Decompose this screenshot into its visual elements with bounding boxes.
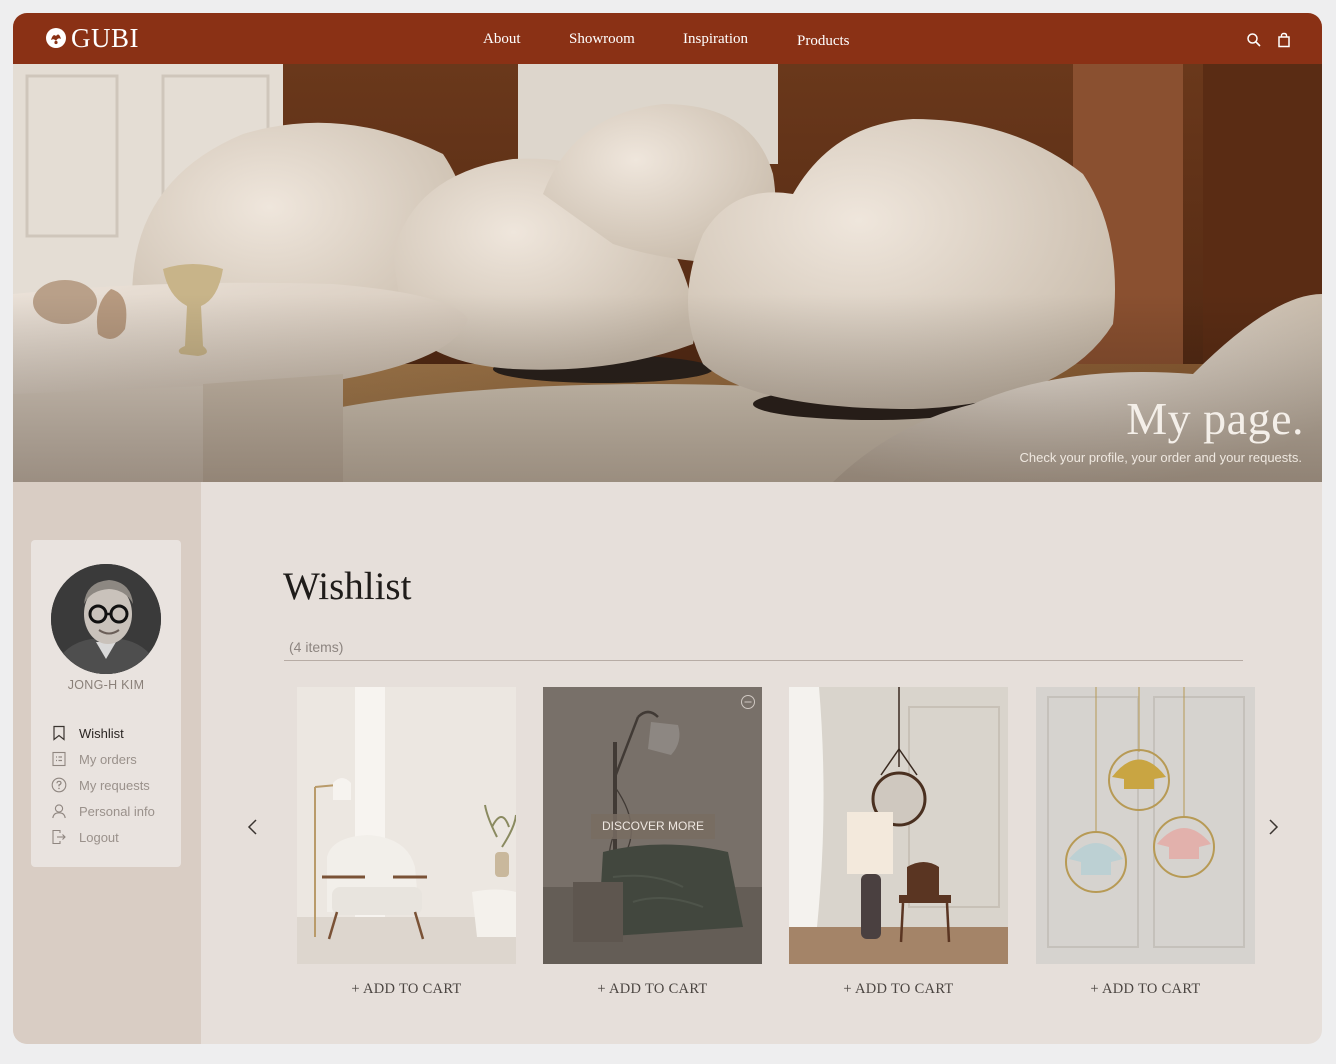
user-icon [52,804,66,819]
shopping-bag-icon[interactable] [1276,32,1292,48]
menu-item-personal-info[interactable]: Personal info [51,798,155,824]
wishlist-title: Wishlist [283,565,412,608]
menu-item-wishlist[interactable]: Wishlist [51,720,155,746]
bookmark-icon [53,725,65,741]
add-to-cart-button[interactable]: + ADD TO CART [1036,981,1255,998]
hero-subtitle: Check your profile, your order and your … [1019,450,1302,465]
search-icon[interactable] [1246,32,1262,48]
main-nav: About Showroom Inspiration Products [13,13,1322,64]
add-to-cart-button[interactable]: + ADD TO CART [789,981,1008,998]
menu-label: My orders [79,751,137,767]
menu-label: My requests [79,777,150,793]
add-to-cart-button[interactable]: + ADD TO CART [297,981,516,998]
wishlist-item-card[interactable]: + ADD TO CART [789,687,1008,998]
product-image-armchair[interactable] [297,687,516,964]
user-portrait-image [51,564,161,674]
product-image-floor-lamp-chair[interactable] [789,687,1008,964]
wishlist-item-card[interactable]: + ADD TO CART [1036,687,1255,998]
menu-item-logout[interactable]: Logout [51,824,155,850]
logout-icon [52,829,66,845]
hero-title: My page. [1126,393,1304,444]
wishlist-section: Wishlist (4 items) + ADD TO CART DISCOVE… [201,482,1322,1044]
chevron-right-icon[interactable] [1265,817,1281,837]
top-navigation-bar: GUBI About Showroom Inspiration Products [13,13,1322,64]
menu-item-my-requests[interactable]: My requests [51,772,155,798]
orders-list-icon [52,751,66,767]
app-window: GUBI About Showroom Inspiration Products [13,13,1322,1044]
discover-more-button[interactable]: DISCOVER MORE [591,814,715,839]
menu-label: Wishlist [79,725,124,741]
wishlist-item-card[interactable]: DISCOVER MORE + ADD TO CART [543,687,762,998]
chevron-left-icon[interactable] [245,817,261,837]
menu-item-my-orders[interactable]: My orders [51,746,155,772]
divider [284,660,1243,661]
avatar [51,564,161,674]
remove-circle-icon[interactable] [740,694,756,710]
profile-card: JONG-H KIM Wishlist My orders My request… [31,540,181,867]
hero-banner: My page. Check your profile, your order … [13,64,1322,482]
user-name: JONG-H KIM [67,678,145,692]
menu-label: Personal info [79,803,155,819]
question-icon [51,777,67,793]
nav-inspiration[interactable]: Inspiration [683,31,748,48]
product-image-wall-lamp[interactable]: DISCOVER MORE [543,687,762,964]
add-to-cart-button[interactable]: + ADD TO CART [543,981,762,998]
account-sidebar: JONG-H KIM Wishlist My orders My request… [13,482,201,1044]
nav-about[interactable]: About [483,31,521,48]
product-image-pendant-lamps[interactable] [1036,687,1255,964]
menu-label: Logout [79,829,119,845]
nav-products[interactable]: Products [797,33,850,50]
wishlist-item-count: (4 items) [289,639,344,655]
wishlist-item-card[interactable]: + ADD TO CART [297,687,516,998]
account-menu: Wishlist My orders My requests Personal … [51,720,155,850]
nav-showroom[interactable]: Showroom [569,31,635,48]
